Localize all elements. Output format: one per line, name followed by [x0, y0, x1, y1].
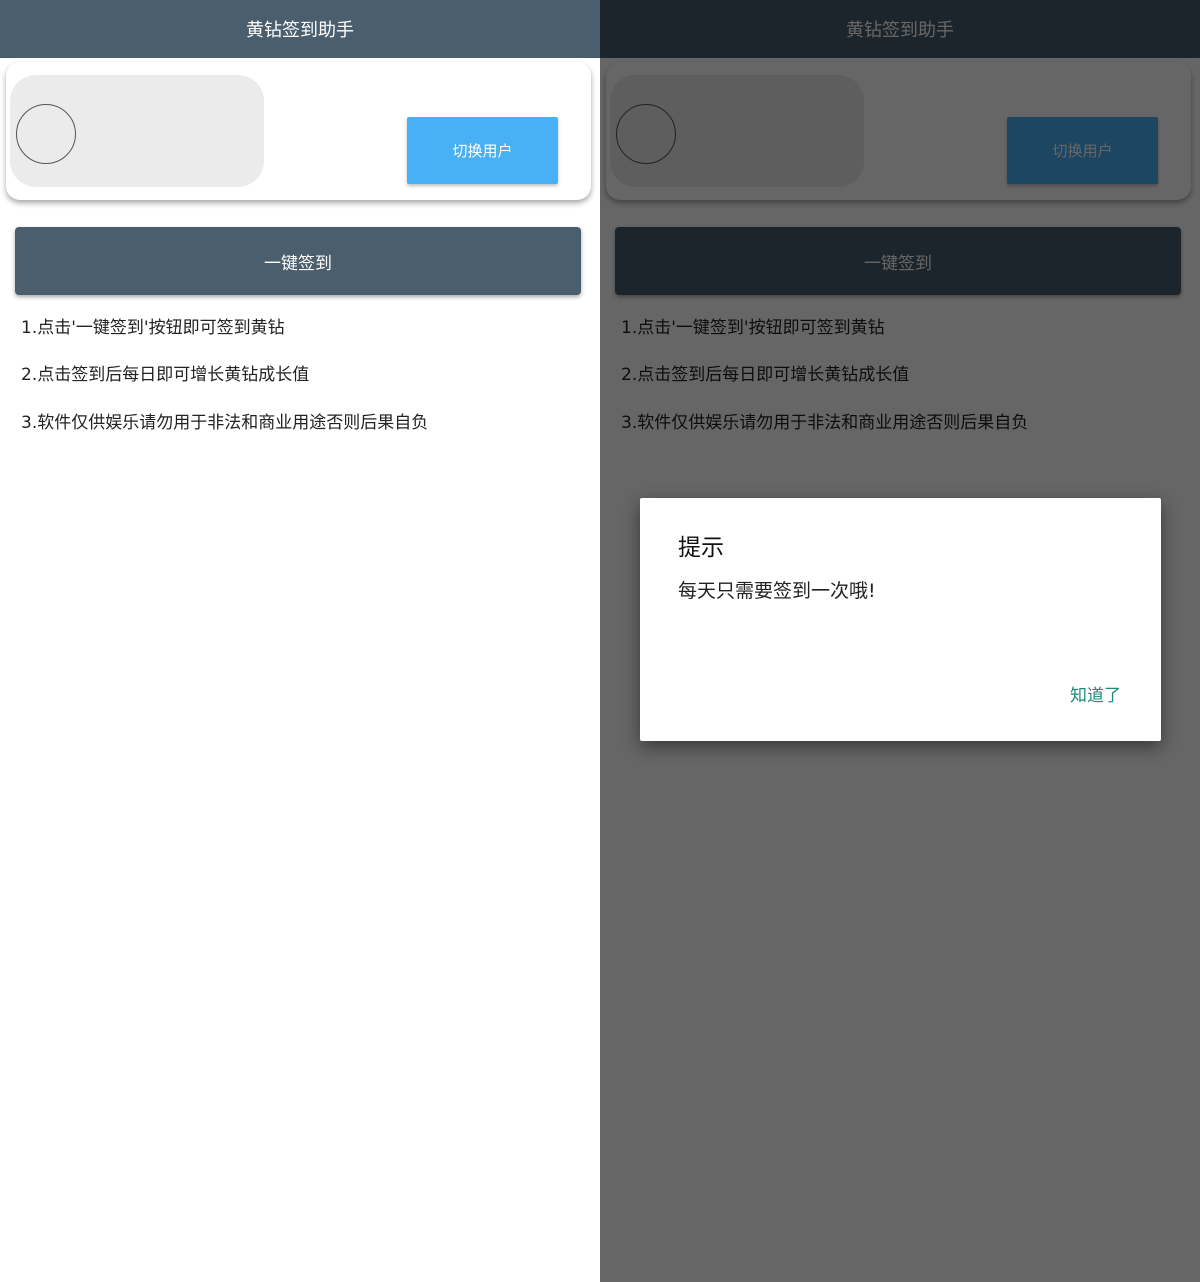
screen-normal: 黄钻签到助手 切换用户 一键签到 1.点击'一键签到'按钮即可签到黄钻 2.点击… — [0, 0, 600, 1282]
screen-with-dialog: 黄钻签到助手 切换用户 一键签到 1.点击'一键签到'按钮即可签到黄钻 2.点击… — [600, 0, 1200, 1282]
tip-text: 3.软件仅供娱乐请勿用于非法和商业用途否则后果自负 — [21, 413, 429, 433]
tip-text: 2.点击签到后每日即可增长黄钻成长值 — [21, 365, 310, 385]
switch-user-label: 切换用户 — [452, 142, 513, 160]
tip-text: 1.点击'一键签到'按钮即可签到黄钻 — [21, 318, 285, 338]
user-card: 切换用户 — [6, 62, 591, 200]
signin-label: 一键签到 — [264, 253, 332, 274]
app-title: 黄钻签到助手 — [246, 20, 354, 41]
one-click-signin-button[interactable]: 一键签到 — [15, 227, 581, 295]
dialog-ok-button[interactable]: 知道了 — [1070, 681, 1121, 706]
dialog-title: 提示 — [678, 535, 724, 561]
alert-dialog: 提示 每天只需要签到一次哦! 知道了 — [640, 498, 1161, 741]
dialog-message: 每天只需要签到一次哦! — [678, 580, 876, 602]
app-bar: 黄钻签到助手 — [0, 0, 600, 58]
avatar[interactable] — [16, 104, 76, 164]
switch-user-button[interactable]: 切换用户 — [407, 117, 558, 184]
